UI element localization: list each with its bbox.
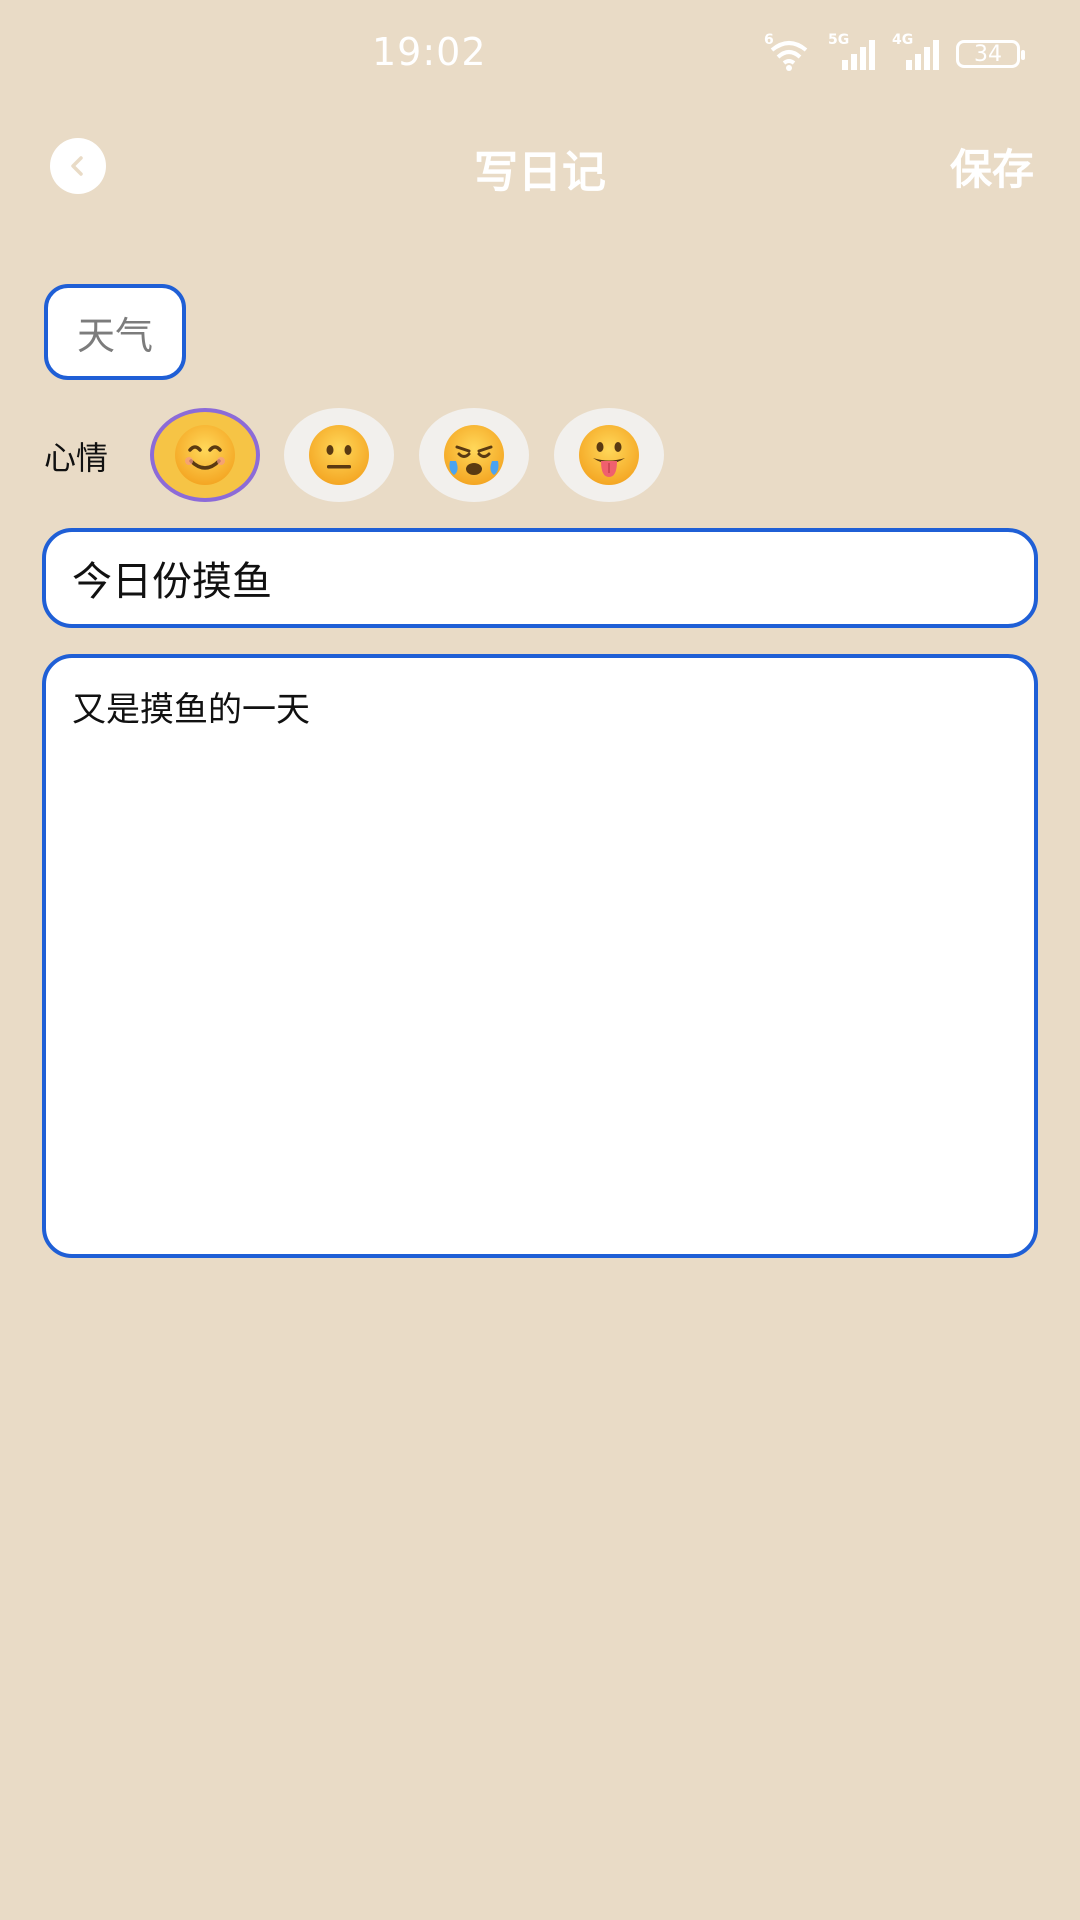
page-title: 写日记 [474,147,606,198]
wifi-tag: 6 [764,32,774,48]
weather-label: 天气 [76,313,153,358]
signal-5g-icon: 5G [828,32,878,72]
mood-option-tongue[interactable] [554,408,664,502]
smiling-face-icon [175,425,235,485]
mood-option-crying[interactable] [419,408,529,502]
save-button[interactable]: 保存 [950,136,1034,197]
mood-option-neutral[interactable] [284,408,394,502]
wifi-icon: 6 [764,32,814,72]
mood-label: 心情 [44,439,109,477]
status-time: 19:02 [372,30,487,74]
battery-level: 34 [974,41,1002,67]
tongue-face-icon [579,425,639,485]
signal-5g-tag: 5G [828,32,850,48]
neutral-face-icon [309,425,369,485]
status-bar: 19:02 6 5G 4G 34 [0,0,1080,110]
signal-4g-tag: 4G [892,32,914,48]
weather-button[interactable]: 天气 [44,284,186,380]
diary-title-input[interactable] [42,528,1038,628]
status-icons: 6 5G 4G 34 [764,32,1025,72]
crying-face-icon [444,425,504,485]
mood-option-smiling[interactable] [150,408,260,502]
signal-4g-icon: 4G [892,32,942,72]
battery-icon: 34 [956,40,1025,68]
diary-content-textarea[interactable]: 又是摸鱼的一天 [42,654,1038,1258]
